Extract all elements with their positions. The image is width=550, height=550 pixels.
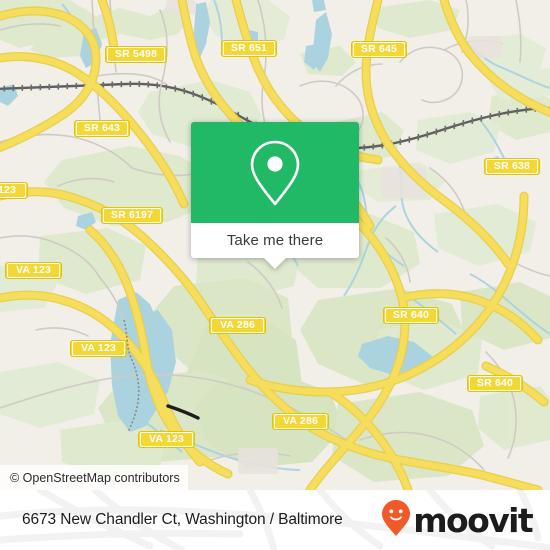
road-shield-label: 123	[0, 184, 17, 197]
road-shield-label: SR 645	[360, 43, 398, 56]
road-shield-va-123-mid[interactable]: VA 123	[5, 262, 62, 279]
road-shield-va-123-bottom[interactable]: VA 123	[138, 431, 195, 448]
map-screen: SR 5498 SR 651 SR 645 SR 643 SR 638 123 …	[0, 0, 550, 550]
road-shield-sr-651[interactable]: SR 651	[221, 40, 277, 57]
road-shield-label: VA 286	[282, 415, 319, 428]
road-shield-va-123-lower[interactable]: VA 123	[70, 340, 127, 357]
attribution-text: © OpenStreetMap contributors	[10, 470, 180, 485]
road-shield-label: SR 5498	[114, 48, 158, 61]
popup-body	[191, 122, 359, 223]
road-shield-label: SR 643	[83, 122, 121, 135]
road-shield-va-286-upper[interactable]: VA 286	[209, 317, 266, 334]
moovit-wordmark: moovit	[413, 500, 533, 540]
road-shield-label: VA 286	[219, 319, 256, 332]
road-shield-label: SR 640	[476, 377, 514, 390]
moovit-pin-icon	[381, 499, 411, 542]
popup-cta-bar[interactable]: Take me there	[191, 223, 359, 269]
road-shield-sr-638[interactable]: SR 638	[484, 158, 540, 175]
location-popup[interactable]: Take me there	[191, 122, 359, 269]
road-shield-label: VA 123	[80, 342, 117, 355]
road-shield-label: SR 640	[392, 309, 430, 322]
road-shield-va-123-edge[interactable]: 123	[0, 182, 28, 199]
road-shield-label: VA 123	[148, 433, 185, 446]
road-shield-va-286-lower[interactable]: VA 286	[272, 413, 329, 430]
road-shield-label: SR 638	[493, 160, 531, 173]
road-shield-sr-5498[interactable]: SR 5498	[105, 46, 167, 63]
road-shield-sr-640-lower[interactable]: SR 640	[467, 375, 523, 392]
map-canvas[interactable]: SR 5498 SR 651 SR 645 SR 643 SR 638 123 …	[0, 0, 550, 490]
road-shield-sr-645[interactable]: SR 645	[351, 41, 407, 58]
popup-tail	[264, 258, 286, 269]
road-shield-sr-640-upper[interactable]: SR 640	[383, 307, 439, 324]
footer-bar: 6673 New Chandler Ct, Washington / Balti…	[0, 490, 550, 550]
road-shield-sr-643[interactable]: SR 643	[74, 120, 130, 137]
road-shield-sr-6197[interactable]: SR 6197	[101, 207, 163, 224]
map-attribution: © OpenStreetMap contributors	[0, 465, 188, 490]
map-pin-icon	[246, 137, 304, 209]
road-shield-label: SR 6197	[110, 209, 154, 222]
address-label: 6673 New Chandler Ct, Washington / Balti…	[22, 511, 343, 528]
take-me-there-label: Take me there	[226, 232, 324, 249]
road-shield-label: VA 123	[15, 264, 52, 277]
moovit-logo[interactable]: moovit	[381, 499, 550, 542]
road-shield-label: SR 651	[230, 42, 268, 55]
